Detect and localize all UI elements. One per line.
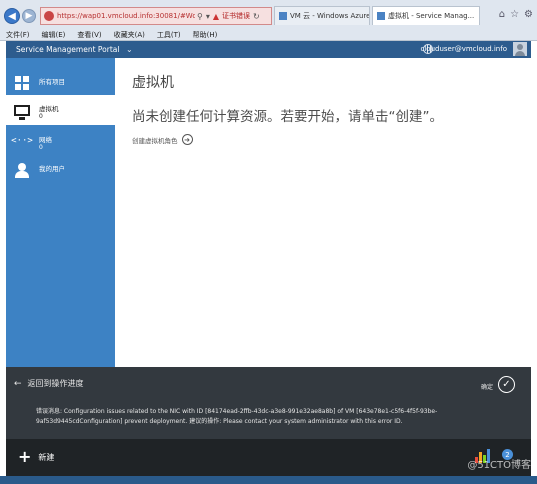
tab-strip: VM 云 - Windows Azure P... 虚拟机 - Service … <box>274 6 480 26</box>
error-message: 错误消息: Configuration issues related to th… <box>36 408 438 425</box>
tab-vm-cloud[interactable]: VM 云 - Windows Azure P... <box>274 6 370 25</box>
shield-icon[interactable]: ▲ <box>213 12 219 21</box>
user-email[interactable]: clouduser@vmcloud.info <box>421 45 508 53</box>
tab-label: 虚拟机 - Service Manag... <box>388 12 475 20</box>
new-button[interactable]: + 新建 <box>18 447 55 466</box>
tab-label: VM 云 - Windows Azure P... <box>290 12 370 20</box>
sidebar-item-count: 0 <box>39 113 43 120</box>
sidebar-item-label: 虚拟机 <box>39 105 59 113</box>
browser-tools: ⌂ ☆ ⚙ <box>499 9 533 20</box>
sidebar-item-label: 我的用户 <box>39 165 65 173</box>
empty-state-message: 尚未创建任何计算资源。若要开始，请单击“创建”。 <box>132 109 443 125</box>
grid-icon <box>12 75 32 91</box>
sidebar-item-all-items[interactable]: 所有项目 <box>6 68 115 98</box>
sidebar-item-virtual-machines[interactable]: 虚拟机 0 <box>6 95 115 125</box>
tab-favicon <box>377 12 385 20</box>
plus-icon: + <box>18 447 32 466</box>
menu-edit[interactable]: 编辑(E) <box>42 30 66 40</box>
dropdown-icon[interactable]: ▾ <box>206 12 210 21</box>
browser-chrome: ◀ ▶ https://wap01.vmcloud.info:30081/#Wo… <box>0 0 537 41</box>
menu-file[interactable]: 文件(F) <box>6 30 30 40</box>
new-label: 新建 <box>38 452 55 462</box>
monitor-icon <box>12 102 32 120</box>
arrow-left-icon: ← <box>14 378 22 389</box>
os-taskbar <box>0 476 537 484</box>
address-tools: ⚲ ▾ ▲ 证书错误 ↻ <box>197 11 260 21</box>
create-vm-role-link[interactable]: 创建虚拟机角色 ➜ <box>132 134 193 145</box>
forward-button[interactable]: ▶ <box>22 9 36 23</box>
menu-favorites[interactable]: 收藏夹(A) <box>114 30 145 40</box>
sidebar-item-my-users[interactable]: 我的用户 <box>6 155 115 185</box>
back-label: 返回到操作进度 <box>27 379 84 388</box>
ok-label: 确定 <box>480 384 493 391</box>
portal-header: Service Management Portal ⌄ clouduser@vm… <box>6 41 531 58</box>
create-link-label: 创建虚拟机角色 <box>132 136 178 145</box>
sidebar-item-label: 网络 <box>39 136 52 144</box>
menu-help[interactable]: 帮助(H) <box>193 30 218 40</box>
cert-error-label[interactable]: 证书错误 <box>222 11 250 21</box>
arrow-right-icon[interactable]: ➜ <box>181 134 193 145</box>
back-to-progress-button[interactable]: ← 返回到操作进度 <box>14 378 84 389</box>
gear-icon[interactable]: ⚙ <box>524 9 533 20</box>
back-button[interactable]: ◀ <box>4 8 20 24</box>
sidebar-item-label: 所有项目 <box>39 78 65 86</box>
watermark: @51CTO博客 <box>467 460 531 471</box>
close-icon[interactable]: ✕ <box>478 12 479 21</box>
sidebar-item-network[interactable]: <··> 网络 0 <box>6 126 115 156</box>
address-bar[interactable]: https://wap01.vmcloud.info:30081/#Worksp… <box>40 7 272 25</box>
ok-button[interactable]: ✓ <box>498 376 515 393</box>
star-icon[interactable]: ☆ <box>510 9 519 20</box>
page-title: 虚拟机 <box>132 75 174 91</box>
home-icon[interactable]: ⌂ <box>499 9 505 20</box>
menu-bar: 文件(F) 编辑(E) 查看(V) 收藏夹(A) 工具(T) 帮助(H) <box>0 28 537 41</box>
address-row: ◀ ▶ https://wap01.vmcloud.info:30081/#Wo… <box>0 6 537 26</box>
network-icon: <··> <box>11 136 33 146</box>
search-icon[interactable]: ⚲ <box>197 12 203 21</box>
main-content: 虚拟机 尚未创建任何计算资源。若要开始，请单击“创建”。 创建虚拟机角色 ➜ <box>115 58 531 367</box>
menu-tools[interactable]: 工具(T) <box>157 30 181 40</box>
command-bar: + 新建 2 <box>6 439 531 476</box>
avatar[interactable] <box>513 42 527 56</box>
page-icon <box>44 11 54 21</box>
chevron-down-icon[interactable]: ⌄ <box>126 45 133 54</box>
sidebar: 所有项目 虚拟机 0 <··> 网络 0 我的用户 <box>6 58 115 367</box>
notification-panel: ← 返回到操作进度 确定 ✓ 错误消息: Configuration issue… <box>6 367 531 439</box>
tab-virtual-machines[interactable]: 虚拟机 - Service Manag... ✕ <box>372 6 480 25</box>
url-text[interactable]: https://wap01.vmcloud.info:30081/#Worksp… <box>57 12 195 20</box>
user-icon <box>12 162 32 178</box>
refresh-icon[interactable]: ↻ <box>253 12 260 21</box>
tab-favicon <box>279 12 287 20</box>
sidebar-item-count: 0 <box>39 144 43 151</box>
portal-title[interactable]: Service Management Portal <box>6 45 120 54</box>
menu-view[interactable]: 查看(V) <box>77 30 101 40</box>
